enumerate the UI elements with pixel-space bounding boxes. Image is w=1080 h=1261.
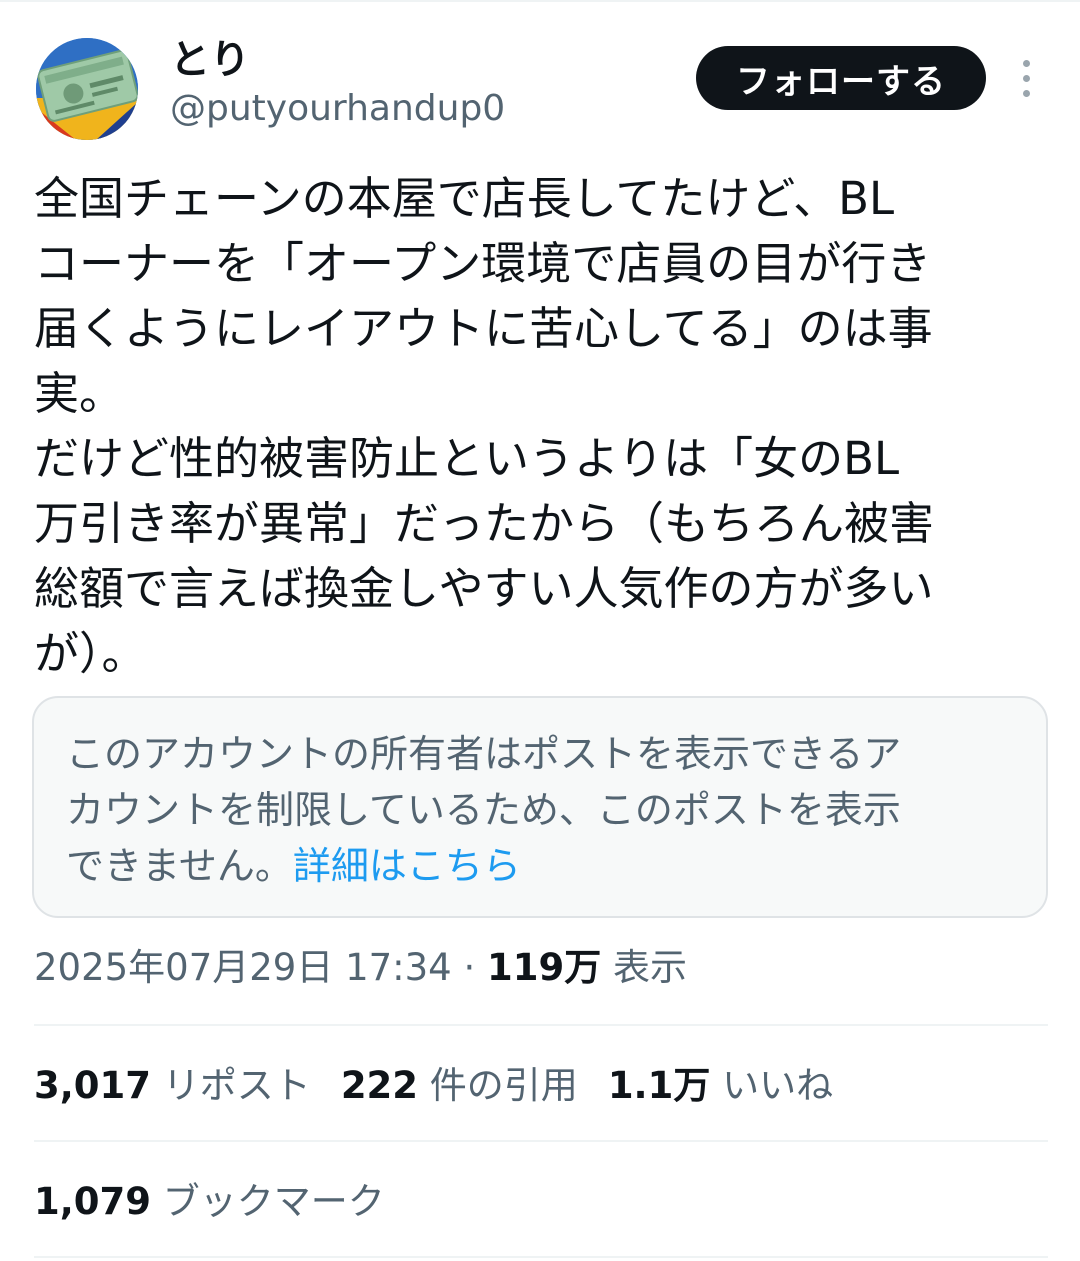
follow-button[interactable]: フォローする	[696, 46, 986, 110]
likes-count: 1.1万	[607, 1064, 711, 1107]
author-display-name[interactable]: とり	[170, 34, 250, 86]
more-vertical-icon-dot	[1022, 59, 1030, 67]
likes-label: いいね	[710, 1064, 834, 1107]
divider	[34, 1024, 1048, 1026]
bookmarks-label: ブックマーク	[151, 1180, 385, 1223]
divider	[34, 1140, 1048, 1142]
views-label: 表示	[601, 946, 688, 989]
views-count: 119万	[487, 946, 602, 989]
restricted-quote-notice: このアカウントの所有者はポストを表示できるア カウントを制限しているため、このポ…	[32, 696, 1048, 918]
avatar[interactable]	[36, 38, 138, 140]
top-divider	[0, 0, 1080, 2]
likes-stat[interactable]: 1.1万 いいね	[608, 1058, 833, 1114]
notice-body: このアカウントの所有者はポストを表示できるア カウントを制限しているため、このポ…	[66, 726, 1026, 894]
more-vertical-icon-dot	[1022, 89, 1030, 97]
bookmarks-count: 1,079	[34, 1180, 152, 1223]
post-timestamp[interactable]: 2025年07月29日 17:34	[34, 946, 452, 989]
reposts-stat[interactable]: 3,017 リポスト	[34, 1058, 311, 1114]
bookmarks-row: 1,079 ブックマーク	[34, 1174, 415, 1230]
bookmarks-stat[interactable]: 1,079 ブックマーク	[34, 1174, 385, 1230]
quotes-stat[interactable]: 222 件の引用	[341, 1058, 578, 1114]
more-vertical-icon-dot	[1022, 74, 1030, 82]
learn-more-link[interactable]: 詳細はこちら	[293, 844, 521, 888]
meta-separator: ·	[451, 946, 488, 989]
more-options-button[interactable]	[1004, 52, 1048, 104]
reposts-label: リポスト	[151, 1064, 311, 1107]
quotes-count: 222	[340, 1064, 419, 1107]
divider	[34, 1256, 1048, 1258]
post-text: 全国チェーンの本屋で店長してたけど、BL コーナーを「オープン環境で店員の目が行…	[34, 172, 935, 680]
reposts-count: 3,017	[34, 1064, 152, 1107]
engagement-stats: 3,017 リポスト 222 件の引用 1.1万 いいね	[34, 1058, 863, 1114]
post-meta: 2025年07月29日 17:34 · 119万 表示	[34, 940, 687, 996]
author-handle[interactable]: @putyourhandup0	[170, 84, 505, 134]
quotes-label: 件の引用	[418, 1064, 578, 1107]
credit-card-photo-avatar-icon	[36, 38, 138, 140]
